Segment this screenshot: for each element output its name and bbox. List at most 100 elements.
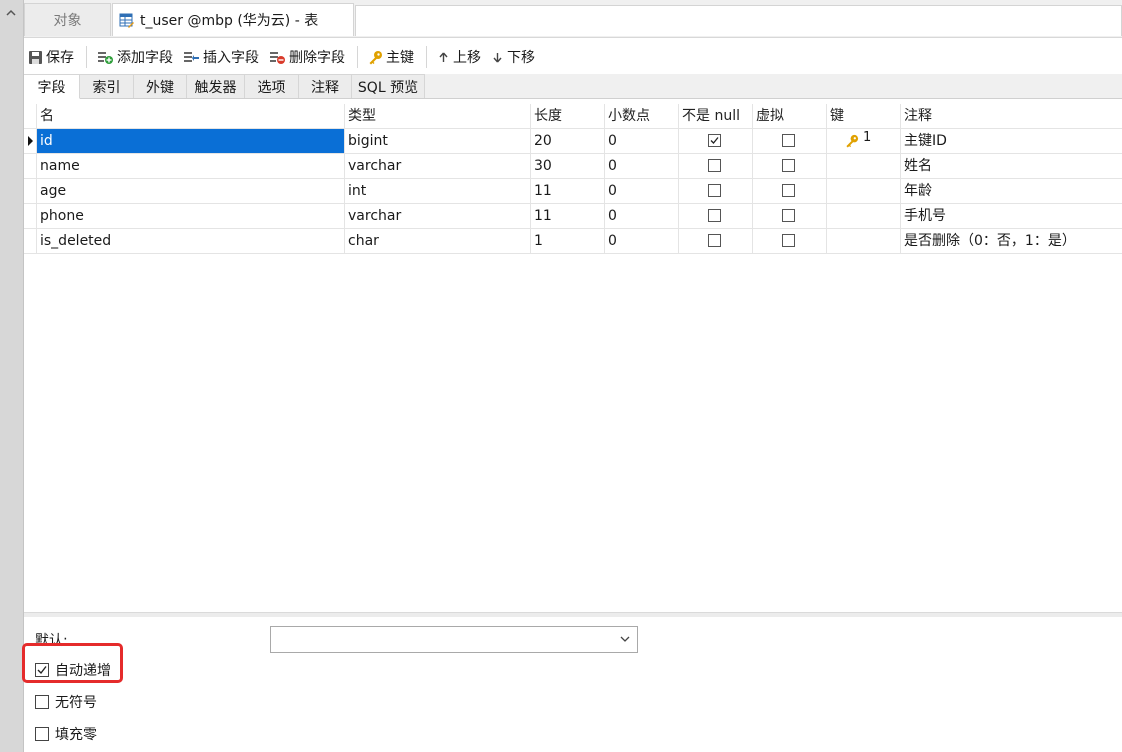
key-icon bbox=[369, 50, 382, 64]
field-type-cell[interactable]: bigint bbox=[345, 129, 531, 153]
key-cell[interactable] bbox=[827, 229, 901, 253]
move-up-label: 上移 bbox=[453, 50, 481, 66]
virtual-cell[interactable] bbox=[753, 129, 827, 153]
move-up-button[interactable]: 上移 bbox=[433, 43, 485, 71]
header-type[interactable]: 类型 bbox=[345, 104, 531, 128]
row-indicator[interactable] bbox=[24, 179, 37, 203]
chevron-down-icon bbox=[620, 636, 630, 642]
zerofill-checkbox[interactable] bbox=[35, 727, 49, 741]
field-type-cell[interactable]: int bbox=[345, 179, 531, 203]
field-comment-cell[interactable]: 手机号 bbox=[901, 204, 1122, 228]
header-key[interactable]: 键 bbox=[827, 104, 901, 128]
header-decimals[interactable]: 小数点 bbox=[605, 104, 679, 128]
tab-fields[interactable]: 字段 bbox=[24, 74, 80, 99]
not-null-checkbox[interactable] bbox=[708, 159, 721, 172]
save-icon bbox=[29, 50, 42, 64]
field-decimals-cell[interactable]: 0 bbox=[605, 179, 679, 203]
row-indicator[interactable] bbox=[24, 229, 37, 253]
tab-strip-empty bbox=[355, 5, 1122, 36]
field-comment-cell[interactable]: 年龄 bbox=[901, 179, 1122, 203]
key-cell[interactable] bbox=[827, 179, 901, 203]
not-null-cell[interactable] bbox=[679, 204, 753, 228]
field-comment-cell[interactable]: 主键ID bbox=[901, 129, 1122, 153]
header-not-null[interactable]: 不是 null bbox=[679, 104, 753, 128]
move-down-label: 下移 bbox=[507, 50, 535, 66]
not-null-cell[interactable] bbox=[679, 154, 753, 178]
row-indicator[interactable] bbox=[24, 204, 37, 228]
field-name-cell[interactable]: is_deleted bbox=[37, 229, 345, 253]
table-row[interactable]: phone varchar 11 0 手机号 bbox=[24, 204, 1122, 229]
not-null-cell[interactable] bbox=[679, 229, 753, 253]
field-decimals-cell[interactable]: 0 bbox=[605, 204, 679, 228]
unsigned-checkbox[interactable] bbox=[35, 695, 49, 709]
table-row[interactable]: name varchar 30 0 姓名 bbox=[24, 154, 1122, 179]
field-length-cell[interactable]: 11 bbox=[531, 179, 605, 203]
table-row[interactable]: age int 11 0 年龄 bbox=[24, 179, 1122, 204]
panel-divider[interactable] bbox=[24, 612, 1122, 617]
table-row[interactable]: id bigint 20 0 1 主键ID bbox=[24, 129, 1122, 154]
field-type-cell[interactable]: char bbox=[345, 229, 531, 253]
field-length-cell[interactable]: 30 bbox=[531, 154, 605, 178]
field-type-cell[interactable]: varchar bbox=[345, 204, 531, 228]
table-row[interactable]: is_deleted char 1 0 是否删除（0：否，1：是） bbox=[24, 229, 1122, 254]
field-name-cell[interactable]: id bbox=[37, 129, 345, 153]
not-null-cell[interactable] bbox=[679, 129, 753, 153]
virtual-checkbox[interactable] bbox=[782, 134, 795, 147]
field-comment-cell[interactable]: 姓名 bbox=[901, 154, 1122, 178]
header-virtual[interactable]: 虚拟 bbox=[753, 104, 827, 128]
not-null-checkbox[interactable] bbox=[708, 134, 721, 147]
header-comment[interactable]: 注释 bbox=[901, 104, 1122, 128]
key-cell[interactable]: 1 bbox=[827, 129, 901, 153]
tab-options[interactable]: 选项 bbox=[245, 74, 299, 98]
tab-indexes[interactable]: 索引 bbox=[80, 74, 134, 98]
not-null-checkbox[interactable] bbox=[708, 184, 721, 197]
not-null-checkbox[interactable] bbox=[708, 234, 721, 247]
field-decimals-cell[interactable]: 0 bbox=[605, 129, 679, 153]
insert-field-button[interactable]: 插入字段 bbox=[179, 43, 263, 71]
virtual-cell[interactable] bbox=[753, 204, 827, 228]
primary-key-button[interactable]: 主键 bbox=[364, 43, 418, 71]
row-indicator[interactable] bbox=[24, 154, 37, 178]
row-indicator[interactable] bbox=[24, 129, 37, 153]
virtual-checkbox[interactable] bbox=[782, 234, 795, 247]
save-button[interactable]: 保存 bbox=[24, 43, 78, 71]
not-null-checkbox[interactable] bbox=[708, 209, 721, 222]
tab-table-design[interactable]: t_user @mbp (华为云) - 表 bbox=[112, 3, 354, 36]
left-scroll-strip[interactable] bbox=[0, 0, 24, 752]
tab-sql-preview[interactable]: SQL 预览 bbox=[352, 74, 425, 98]
field-length-cell[interactable]: 1 bbox=[531, 229, 605, 253]
virtual-checkbox[interactable] bbox=[782, 209, 795, 222]
virtual-cell[interactable] bbox=[753, 179, 827, 203]
header-name[interactable]: 名 bbox=[37, 104, 345, 128]
field-type-cell[interactable]: varchar bbox=[345, 154, 531, 178]
virtual-checkbox[interactable] bbox=[782, 184, 795, 197]
unsigned-option[interactable]: 无符号 bbox=[35, 692, 97, 712]
tab-triggers[interactable]: 触发器 bbox=[187, 74, 245, 98]
add-field-button[interactable]: 添加字段 bbox=[93, 43, 177, 71]
field-decimals-cell[interactable]: 0 bbox=[605, 229, 679, 253]
field-name-cell[interactable]: age bbox=[37, 179, 345, 203]
arrow-up-icon bbox=[439, 52, 448, 62]
header-length[interactable]: 长度 bbox=[531, 104, 605, 128]
field-comment-cell[interactable]: 是否删除（0：否，1：是） bbox=[901, 229, 1122, 253]
key-cell[interactable] bbox=[827, 204, 901, 228]
field-name-cell[interactable]: phone bbox=[37, 204, 345, 228]
virtual-checkbox[interactable] bbox=[782, 159, 795, 172]
key-cell[interactable] bbox=[827, 154, 901, 178]
field-length-cell[interactable]: 11 bbox=[531, 204, 605, 228]
tab-comment[interactable]: 注释 bbox=[299, 74, 352, 98]
toolbar-separator bbox=[357, 46, 358, 68]
field-length-cell[interactable]: 20 bbox=[531, 129, 605, 153]
virtual-cell[interactable] bbox=[753, 154, 827, 178]
default-value-select[interactable] bbox=[270, 626, 638, 653]
virtual-cell[interactable] bbox=[753, 229, 827, 253]
not-null-cell[interactable] bbox=[679, 179, 753, 203]
field-decimals-cell[interactable]: 0 bbox=[605, 154, 679, 178]
move-down-button[interactable]: 下移 bbox=[487, 43, 539, 71]
tab-objects[interactable]: 对象 bbox=[24, 3, 111, 36]
tab-foreign-keys[interactable]: 外键 bbox=[134, 74, 187, 98]
delete-field-button[interactable]: 删除字段 bbox=[265, 43, 349, 71]
zerofill-option[interactable]: 填充零 bbox=[35, 724, 97, 744]
field-name-cell[interactable]: name bbox=[37, 154, 345, 178]
chevron-up-icon[interactable] bbox=[4, 6, 18, 20]
